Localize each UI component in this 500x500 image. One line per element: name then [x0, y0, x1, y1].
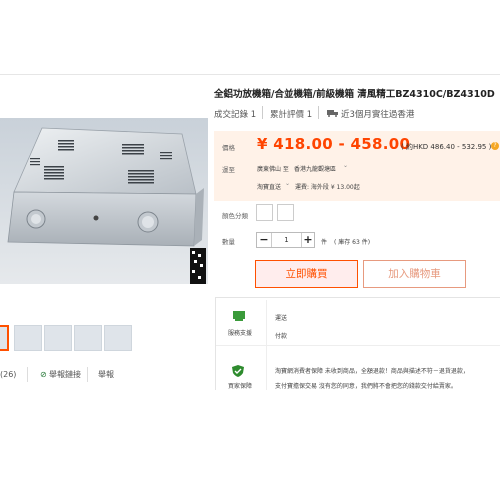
- color-label: 顏色分類: [222, 212, 248, 220]
- thumbnail-4[interactable]: [74, 325, 102, 351]
- service-item-shipping[interactable]: 運送: [275, 313, 287, 322]
- quantity-unit: 件: [321, 239, 328, 246]
- sales-record-link[interactable]: 成交記錄 1: [214, 108, 256, 120]
- link-icon: ⊘: [40, 370, 47, 379]
- service-support-label: 服務支援: [228, 330, 253, 337]
- ship-destination-select[interactable]: 香港九龍觀塘區: [294, 164, 336, 173]
- service-item-payment[interactable]: 付款: [275, 331, 287, 340]
- share-divider: [27, 367, 28, 382]
- service-panel: [215, 297, 500, 390]
- ship-origin: 廣東佛山 至: [257, 166, 289, 173]
- color-option-2[interactable]: [277, 204, 294, 221]
- favorites-count: (26): [0, 370, 17, 379]
- chevron-down-icon: ⌄: [285, 180, 291, 187]
- stock-count: ( 庫存 63 件): [334, 239, 371, 246]
- quantity-label: 數量: [222, 238, 235, 246]
- truck-icon: [327, 110, 338, 117]
- share-divider: [87, 367, 88, 382]
- chevron-down-icon: ⌄: [343, 162, 349, 169]
- price-range: ¥ 418.00 - 458.00: [257, 135, 411, 153]
- price-label: 價格: [222, 144, 235, 152]
- amplifier-chassis-image: [0, 118, 208, 284]
- thumbnail-1[interactable]: [0, 325, 9, 351]
- reviews-link[interactable]: 累計評價 1: [270, 108, 312, 120]
- thumbnail-5[interactable]: [104, 325, 132, 351]
- buyer-guarantee-label: 買家保障: [228, 383, 253, 390]
- price-hkd: ( 約HKD 486.40 - 532.95 ): [401, 143, 492, 151]
- shipping-note: 近3個月實往過香港: [341, 110, 415, 120]
- top-bar: [0, 0, 500, 40]
- carrier-select[interactable]: 淘寶直送: [257, 182, 281, 191]
- report-extra-link[interactable]: 舉報: [98, 369, 114, 381]
- report-link[interactable]: 舉報鏈接: [49, 369, 81, 381]
- color-option-1[interactable]: [256, 204, 273, 221]
- product-title: 全鋁功放機箱/合並機箱/前級機箱 清風精工BZ4310C/BZ4310D: [214, 89, 495, 100]
- thumbnail-3[interactable]: [44, 325, 72, 351]
- buyer-protection-icon: [232, 365, 244, 377]
- meta-divider: [262, 106, 263, 119]
- meta-divider: [318, 106, 319, 119]
- quantity-increase-button[interactable]: +: [301, 233, 315, 247]
- thumbnail-2[interactable]: [14, 325, 42, 351]
- quantity-input[interactable]: 1: [271, 233, 302, 247]
- add-to-cart-button[interactable]: 加入購物車: [363, 260, 466, 288]
- product-main-image[interactable]: [0, 118, 208, 284]
- guarantee-line-2: 支付寶擔保交易 沒有您的同意，我們將不會把您的錢款交付給賣家。: [275, 383, 457, 390]
- shipping-fee: 運費: 海外段 ¥ 13.00起: [295, 184, 360, 191]
- quantity-decrease-button[interactable]: −: [257, 233, 271, 247]
- ship-to-label: 運至: [222, 166, 235, 174]
- help-icon[interactable]: ?: [491, 142, 499, 150]
- buy-now-button[interactable]: 立即購買: [255, 260, 358, 288]
- shipping-support-icon: [233, 311, 245, 321]
- quantity-stepper: − 1 +: [256, 232, 315, 248]
- service-divider: [216, 345, 500, 346]
- guarantee-line-1: 淘寶網消費者保障 未收到商品，全額退款！商品與描述不符－退貨退款，: [275, 368, 469, 375]
- header-divider: [0, 74, 500, 75]
